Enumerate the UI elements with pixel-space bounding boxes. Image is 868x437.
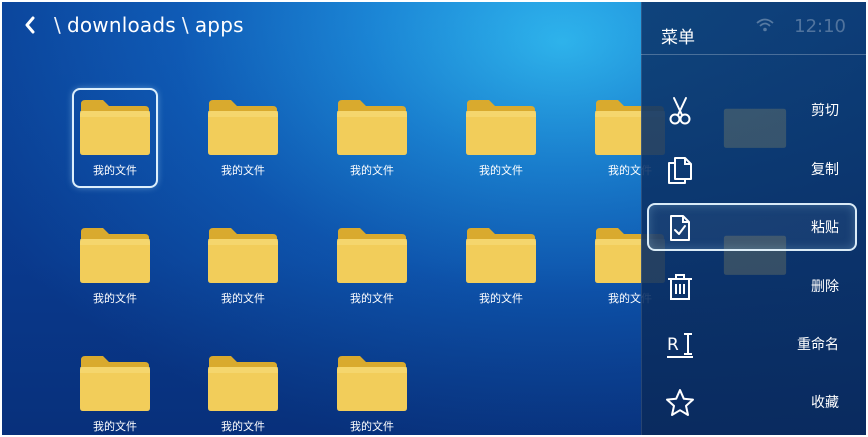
rename-icon: R [667, 333, 693, 358]
folder-label: 我的文件 [479, 164, 523, 177]
status-time: 12:10 [794, 16, 846, 37]
folder-item[interactable]: 我的文件 [331, 218, 413, 314]
svg-text:R: R [667, 335, 679, 355]
back-arrow-icon[interactable] [24, 14, 40, 36]
paste-icon [670, 215, 690, 241]
menu-item-favorite[interactable]: 收藏 [649, 380, 855, 424]
folder-icon [466, 228, 536, 283]
folder-item[interactable]: 我的文件 [202, 346, 284, 435]
folder-item[interactable]: 我的文件 [74, 218, 156, 314]
star-icon [666, 389, 694, 416]
folder-item[interactable]: 我的文件 [331, 346, 413, 435]
folder-item[interactable]: 我的文件 [331, 90, 413, 186]
folder-item[interactable]: 我的文件 [74, 346, 156, 435]
folder-label: 我的文件 [350, 292, 394, 305]
folder-icon [466, 100, 536, 155]
folder-icon [208, 228, 278, 283]
folder-icon [337, 228, 407, 283]
folder-label: 我的文件 [350, 164, 394, 177]
context-menu-panel: 12:10 菜单 剪切 复制 粘贴 删除 R 重命名 收藏 [641, 2, 866, 435]
folder-icon [337, 100, 407, 155]
folder-icon [208, 356, 278, 411]
breadcrumb-separator: \ [181, 13, 189, 37]
menu-item-copy[interactable]: 复制 [649, 147, 855, 191]
menu-divider [641, 54, 866, 55]
menu-item-cut[interactable]: 剪切 [649, 88, 855, 132]
menu-item-label: 重命名 [797, 337, 839, 353]
folder-item[interactable]: 我的文件 [460, 90, 542, 186]
folder-item[interactable]: 我的文件 [460, 218, 542, 314]
folder-label: 我的文件 [221, 292, 265, 305]
menu-item-label: 收藏 [811, 395, 839, 411]
file-browser-screen: \ downloads \ apps 我的文件 我的文件 我的文件 我的文件 我… [2, 2, 866, 435]
folder-item[interactable]: 我的文件 [202, 218, 284, 314]
menu-item-label: 复制 [811, 162, 839, 178]
folder-label: 我的文件 [479, 292, 523, 305]
folder-item[interactable]: 我的文件 [202, 90, 284, 186]
menu-item-label: 删除 [811, 279, 839, 295]
folder-label: 我的文件 [93, 164, 137, 177]
folder-icon [80, 100, 150, 155]
folder-grid: 我的文件 我的文件 我的文件 我的文件 我的文件 我的文件 我的文件 我的文件 … [74, 90, 674, 435]
breadcrumb-separator: \ [54, 13, 61, 37]
menu-item-label: 粘贴 [811, 220, 839, 236]
folder-icon [337, 356, 407, 411]
folder-label: 我的文件 [93, 292, 137, 305]
folder-label: 我的文件 [221, 420, 265, 433]
menu-item-rename[interactable]: R 重命名 [649, 322, 855, 366]
copy-icon [668, 157, 692, 184]
folder-label: 我的文件 [221, 164, 265, 177]
folder-label: 我的文件 [350, 420, 394, 433]
scissors-icon [669, 97, 691, 125]
menu-item-label: 剪切 [811, 103, 839, 119]
folder-icon [80, 228, 150, 283]
menu-item-paste[interactable]: 粘贴 [649, 205, 855, 249]
trash-icon [668, 274, 692, 300]
breadcrumb-downloads[interactable]: downloads [67, 13, 176, 37]
folder-icon [80, 356, 150, 411]
menu-title: 菜单 [661, 28, 695, 48]
menu-item-delete[interactable]: 删除 [649, 264, 855, 308]
breadcrumb: \ downloads \ apps [24, 12, 244, 38]
wifi-icon [756, 18, 774, 32]
folder-label: 我的文件 [93, 420, 137, 433]
folder-icon [208, 100, 278, 155]
folder-item[interactable]: 我的文件 [74, 90, 156, 186]
breadcrumb-apps[interactable]: apps [195, 13, 244, 37]
